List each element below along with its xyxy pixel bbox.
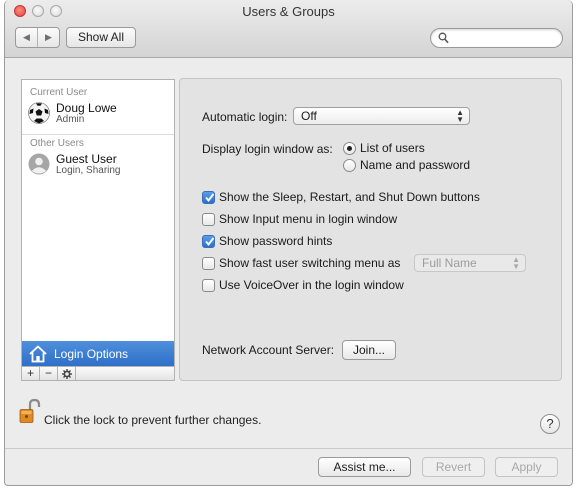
guest-user-name: Guest User [56, 152, 117, 166]
help-button[interactable]: ? [540, 414, 560, 434]
checkbox-sleep-label: Show the Sleep, Restart, and Shut Down b… [219, 190, 480, 204]
forward-button[interactable]: ▶ [37, 28, 59, 47]
soccer-ball-avatar [28, 102, 50, 124]
checkbox-input-menu[interactable] [202, 213, 215, 226]
revert-button[interactable]: Revert [422, 457, 485, 477]
show-all-button[interactable]: Show All [66, 27, 136, 48]
guest-user-avatar [28, 153, 50, 175]
sidebar-button-bar: + − [22, 366, 174, 381]
current-user-header: Current User [30, 87, 88, 98]
preferences-window: Users & Groups ◀ ▶ Show All Current User [4, 0, 573, 486]
automatic-login-label: Automatic login: [202, 110, 288, 124]
checkmark-icon [205, 237, 215, 247]
back-forward-group: ◀ ▶ [15, 27, 60, 48]
popup-arrows-icon: ▲ ▼ [512, 255, 520, 271]
search-input[interactable] [430, 28, 563, 48]
sidebar-item-doug-lowe[interactable]: Doug Lowe Admin [28, 101, 174, 131]
checkmark-icon [205, 193, 215, 203]
popup-arrows-icon: ▲ ▼ [456, 108, 464, 124]
checkbox-voiceover[interactable] [202, 279, 215, 292]
checkbox-input-menu-label: Show Input menu in login window [219, 212, 398, 226]
unlocked-lock-icon[interactable] [19, 398, 41, 424]
checkbox-voiceover-label: Use VoiceOver in the login window [219, 278, 404, 292]
automatic-login-value: Off [301, 109, 317, 123]
checkbox-fast-switching-label: Show fast user switching menu as [219, 256, 401, 270]
sidebar-divider [22, 134, 174, 135]
house-icon [29, 345, 47, 363]
sidebar-item-guest-user[interactable]: Guest User Login, Sharing [28, 152, 174, 182]
radio-list-of-users[interactable] [343, 142, 356, 155]
checkbox-password-hints[interactable] [202, 235, 215, 248]
lock-message: Click the lock to prevent further change… [44, 413, 262, 427]
search-icon [438, 32, 449, 44]
other-users-header: Other Users [30, 138, 84, 149]
back-button[interactable]: ◀ [16, 28, 37, 47]
action-gear-button[interactable] [58, 367, 76, 381]
join-button[interactable]: Join... [342, 340, 396, 360]
add-user-button[interactable]: + [22, 367, 40, 381]
forward-arrow-icon: ▶ [45, 32, 52, 42]
display-login-label: Display login window as: [202, 142, 333, 156]
users-sidebar: Current User Doug Lowe Admin Other Users… [21, 79, 175, 381]
checkbox-fast-user-switching[interactable] [202, 257, 215, 270]
content-area: Current User Doug Lowe Admin Other Users… [5, 59, 572, 485]
current-user-role: Admin [56, 114, 85, 125]
login-options-panel: Automatic login: Off ▲ ▼ Display login wi… [179, 78, 562, 381]
footer-divider [5, 448, 572, 449]
title-bar: Users & Groups ◀ ▶ Show All [5, 0, 572, 58]
checkbox-password-hints-label: Show password hints [219, 234, 333, 248]
guest-user-role: Login, Sharing [56, 165, 121, 176]
login-options-label: Login Options [54, 347, 129, 361]
automatic-login-popup[interactable]: Off ▲ ▼ [293, 107, 470, 125]
radio-name-and-password[interactable] [343, 159, 356, 172]
network-server-label: Network Account Server: [202, 343, 335, 357]
fast-switching-value: Full Name [422, 256, 477, 270]
remove-user-button[interactable]: − [40, 367, 58, 381]
window-title: Users & Groups [242, 4, 335, 19]
back-arrow-icon: ◀ [23, 32, 30, 42]
radio-list-of-users-label: List of users [360, 141, 425, 155]
radio-name-and-password-label: Name and password [360, 158, 471, 172]
apply-button[interactable]: Apply [495, 457, 558, 477]
fast-switching-popup[interactable]: Full Name ▲ ▼ [414, 254, 526, 272]
current-user-name: Doug Lowe [56, 101, 117, 115]
gear-icon [61, 369, 72, 379]
checkbox-sleep-restart-shutdown[interactable] [202, 191, 215, 204]
sidebar-item-login-options[interactable]: Login Options [22, 341, 174, 367]
assist-me-button[interactable]: Assist me... [318, 457, 411, 477]
